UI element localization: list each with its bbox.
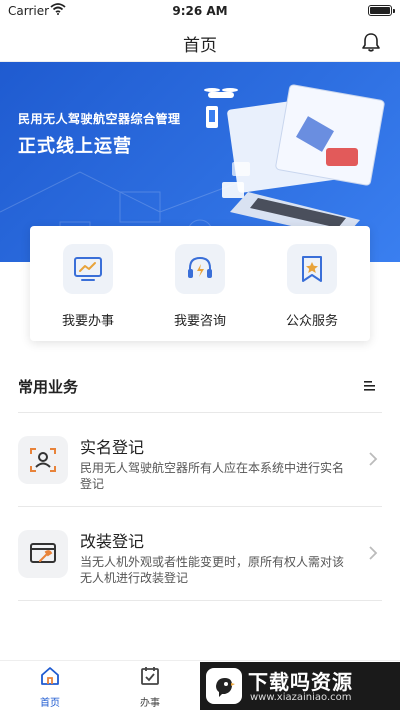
business-description: 民用无人驾驶航空器所有人应在本系统中进行实名登记 xyxy=(80,461,345,491)
business-description: 当无人机外观或者性能变更时，原所有权人需对该无人机进行改装登记 xyxy=(80,555,345,585)
divider xyxy=(18,412,382,413)
id-scan-icon xyxy=(18,436,68,484)
list-menu-icon[interactable] xyxy=(364,380,376,392)
service-consult[interactable]: 我要咨询 xyxy=(150,244,250,329)
section-title: 常用业务 xyxy=(18,378,79,396)
quick-services-card: 我要办事 我要咨询 公众服务 xyxy=(30,226,370,341)
service-label: 我要办事 xyxy=(61,314,114,329)
navigation-bar: 首页 xyxy=(0,22,400,62)
headset-icon xyxy=(175,244,225,294)
banner-title: 正式线上运营 xyxy=(18,136,132,157)
business-item-real-name[interactable]: 实名登记 民用无人驾驶航空器所有人应在本系统中进行实名登记 xyxy=(18,414,382,506)
section-header: 常用业务 xyxy=(18,376,382,406)
service-public[interactable]: 公众服务 xyxy=(262,244,362,329)
window-wrench-icon xyxy=(18,530,68,578)
business-name: 实名登记 xyxy=(80,438,145,457)
tab-home[interactable]: 首页 xyxy=(15,665,85,709)
service-do-business[interactable]: 我要办事 xyxy=(38,244,138,329)
service-label: 公众服务 xyxy=(285,314,338,329)
bird-logo-icon xyxy=(206,668,242,704)
business-name: 改装登记 xyxy=(80,532,145,551)
clock: 9:26 AM xyxy=(172,4,228,18)
tab-label: 首页 xyxy=(40,698,60,709)
divider xyxy=(18,506,382,507)
calendar-check-icon xyxy=(141,667,159,685)
battery-icon xyxy=(368,5,395,16)
page-title: 首页 xyxy=(183,36,217,56)
business-item-modification[interactable]: 改装登记 当无人机外观或者性能变更时，原所有权人需对该无人机进行改装登记 xyxy=(18,508,382,600)
service-label: 我要咨询 xyxy=(173,314,226,329)
divider xyxy=(18,600,382,601)
bell-icon[interactable] xyxy=(360,31,382,53)
tab-business[interactable]: 办事 xyxy=(115,665,185,709)
banner-subtitle: 民用无人驾驶航空器综合管理 xyxy=(18,112,181,126)
chevron-right-icon xyxy=(369,452,378,466)
watermark: 下载吗资源 www.xiazainiao.com xyxy=(200,662,400,710)
chart-screen-icon xyxy=(63,244,113,294)
watermark-url: www.xiazainiao.com xyxy=(250,692,352,703)
status-bar: Carrier 9:26 AM xyxy=(0,0,400,22)
home-icon xyxy=(41,667,59,685)
tab-label: 办事 xyxy=(140,698,160,709)
bookmark-star-icon xyxy=(287,244,337,294)
watermark-title: 下载吗资源 xyxy=(248,670,353,694)
chevron-right-icon xyxy=(369,546,378,560)
